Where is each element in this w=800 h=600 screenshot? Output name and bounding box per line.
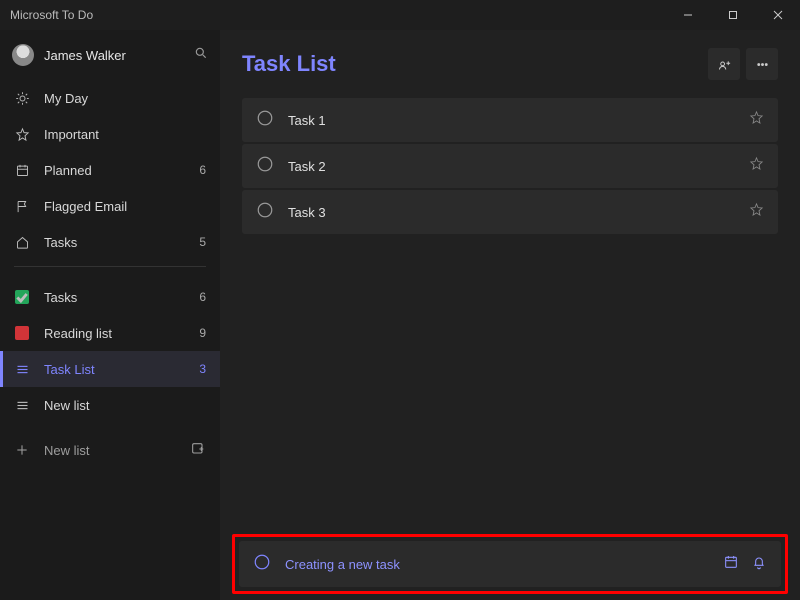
calendar-icon	[14, 163, 30, 178]
sidebar-item-count: 3	[199, 362, 206, 376]
share-button[interactable]	[708, 48, 740, 80]
profile-row[interactable]: James Walker	[0, 36, 220, 74]
square-red-icon	[14, 326, 30, 340]
list-icon	[14, 398, 30, 413]
sidebar-item-label: Flagged Email	[44, 199, 127, 214]
plus-icon	[14, 443, 30, 457]
maximize-button[interactable]	[710, 0, 755, 30]
sidebar-item-important[interactable]: Important	[0, 116, 220, 152]
more-options-button[interactable]	[746, 48, 778, 80]
sun-icon	[14, 91, 30, 106]
flag-icon	[14, 199, 30, 214]
complete-circle-icon	[253, 553, 271, 576]
task-row[interactable]: Task 3	[242, 190, 778, 234]
minimize-button[interactable]	[665, 0, 710, 30]
checkbox-green-icon	[14, 290, 30, 304]
sidebar-item-label: Tasks	[44, 290, 77, 305]
divider	[14, 266, 206, 267]
page-title: Task List	[242, 51, 702, 77]
close-button[interactable]	[755, 0, 800, 30]
new-list-label: New list	[44, 443, 90, 458]
add-task-input[interactable]	[285, 557, 709, 572]
sidebar-item-count: 9	[199, 326, 206, 340]
sidebar: James Walker My Day Important	[0, 30, 220, 600]
new-group-icon[interactable]	[190, 441, 206, 460]
list-icon	[14, 362, 30, 377]
sidebar-item-label: Important	[44, 127, 99, 142]
new-list-row[interactable]: New list	[0, 430, 220, 470]
search-icon[interactable]	[194, 46, 208, 65]
sidebar-item-label: Planned	[44, 163, 92, 178]
sidebar-item-label: New list	[44, 398, 90, 413]
sidebar-item-myday[interactable]: My Day	[0, 80, 220, 116]
sidebar-item-label: Tasks	[44, 235, 77, 250]
task-title: Task 1	[288, 113, 735, 128]
sidebar-item-label: Reading list	[44, 326, 112, 341]
sidebar-item-flagged[interactable]: Flagged Email	[0, 188, 220, 224]
sidebar-list-tasks[interactable]: Tasks 6	[0, 279, 220, 315]
sidebar-item-tasks[interactable]: Tasks 5	[0, 224, 220, 260]
avatar	[12, 44, 34, 66]
sidebar-list-newlist[interactable]: New list	[0, 387, 220, 423]
sidebar-item-label: My Day	[44, 91, 88, 106]
star-icon[interactable]	[749, 110, 764, 130]
sidebar-item-count: 6	[199, 290, 206, 304]
star-icon[interactable]	[749, 156, 764, 176]
main-content: Task List Task 1 Task 2	[220, 30, 800, 600]
complete-circle-icon[interactable]	[256, 155, 274, 178]
sidebar-item-count: 6	[199, 163, 206, 177]
add-task-bar[interactable]	[239, 541, 781, 587]
complete-circle-icon[interactable]	[256, 201, 274, 224]
sidebar-item-planned[interactable]: Planned 6	[0, 152, 220, 188]
star-icon	[14, 127, 30, 142]
task-list: Task 1 Task 2 Task 3	[242, 98, 778, 234]
sidebar-item-label: Task List	[44, 362, 95, 377]
task-title: Task 2	[288, 159, 735, 174]
sidebar-item-count: 5	[199, 235, 206, 249]
sidebar-list-reading[interactable]: Reading list 9	[0, 315, 220, 351]
highlight-annotation	[232, 534, 788, 594]
star-icon[interactable]	[749, 202, 764, 222]
home-icon	[14, 235, 30, 250]
complete-circle-icon[interactable]	[256, 109, 274, 132]
reminder-icon[interactable]	[751, 554, 767, 575]
task-row[interactable]: Task 1	[242, 98, 778, 142]
task-row[interactable]: Task 2	[242, 144, 778, 188]
app-title: Microsoft To Do	[10, 8, 93, 22]
sidebar-list-tasklist[interactable]: Task List 3	[0, 351, 220, 387]
titlebar: Microsoft To Do	[0, 0, 800, 30]
profile-name: James Walker	[44, 48, 184, 63]
due-date-icon[interactable]	[723, 554, 739, 575]
task-title: Task 3	[288, 205, 735, 220]
